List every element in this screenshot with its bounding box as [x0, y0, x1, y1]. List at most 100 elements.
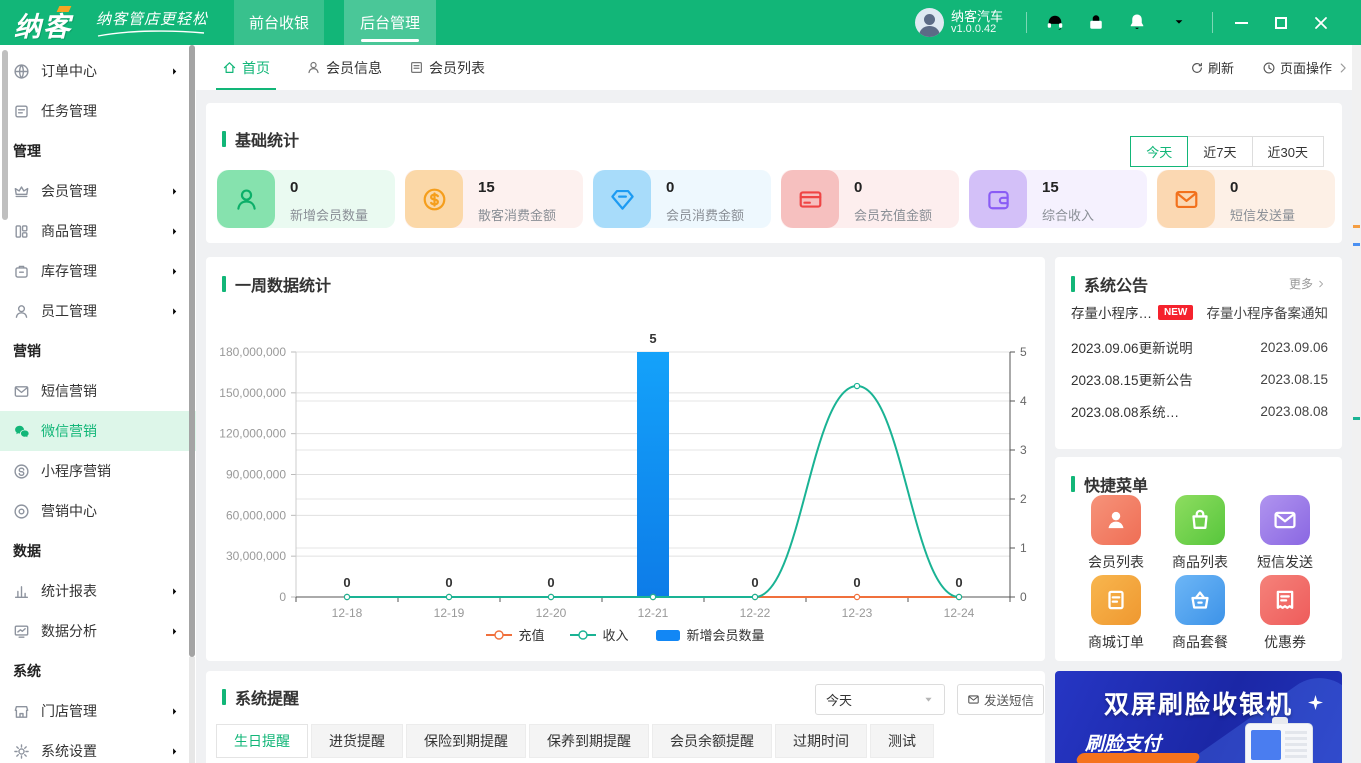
sidebar-item-sms-marketing[interactable]: 短信营销 — [0, 371, 196, 411]
range-today-button[interactable]: 今天 — [1130, 136, 1189, 167]
topnav-front-cashier[interactable]: 前台收银 — [234, 0, 324, 45]
range-30days-button[interactable]: 近30天 — [1251, 136, 1324, 167]
ad-banner[interactable]: 双屏刷脸收银机 刷脸支付 — [1055, 671, 1342, 763]
legend-item[interactable]: 收入 — [570, 625, 629, 644]
sidebar-item-staff-manage[interactable]: 员工管理 — [0, 291, 196, 331]
notice-row[interactable]: 2023.08.08系统… 2023.08.08 — [1071, 400, 1328, 422]
refresh-icon — [1190, 61, 1204, 75]
stat-label: 会员充值金额 — [854, 208, 933, 223]
panel-title: 基础统计 — [222, 127, 299, 151]
stat-value: 0 — [854, 179, 863, 196]
svg-text:5: 5 — [1020, 345, 1027, 359]
week-stats-panel: 一周数据统计 0 30,000,000 60,000,000 90,000,000 12… — [206, 257, 1045, 661]
sidebar-item-marketing-center[interactable]: 营销中心 — [0, 491, 196, 531]
sidebar-item-data-analysis[interactable]: 数据分析 — [0, 611, 196, 651]
sidebar-item-store-manage[interactable]: 门店管理 — [0, 691, 196, 731]
divider — [1026, 12, 1027, 33]
sidebar-item-member-manage[interactable]: 会员管理 — [0, 171, 196, 211]
window-scrollbar[interactable] — [1352, 45, 1361, 763]
ad-badge: 刷脸支付 — [1085, 734, 1162, 755]
chevron-right-icon — [169, 226, 180, 237]
remind-tab-test[interactable]: 测试 — [870, 724, 934, 758]
stat-card-member-spend: 0 会员消费金额 — [593, 170, 771, 228]
notice-more-link[interactable]: 更多 — [1289, 275, 1326, 292]
tab-member-list[interactable]: 会员列表 — [409, 45, 485, 90]
caret-down-icon — [923, 694, 934, 705]
system-notice-panel: 系统公告 更多 存量小程序… NEW 存量小程序备案通知 2023.09.06更… — [1055, 257, 1342, 449]
tab-home[interactable]: 首页 — [216, 45, 276, 90]
chevron-right-icon — [169, 706, 180, 717]
remind-tab-insurance-due[interactable]: 保险到期提醒 — [406, 724, 526, 758]
remind-tab-expire-time[interactable]: 过期时间 — [775, 724, 867, 758]
sidebar-item-system-settings[interactable]: 系统设置 — [0, 731, 196, 763]
legend-item[interactable]: 充值 — [486, 625, 544, 644]
sidebar-item-miniapp-marketing[interactable]: 小程序营销 — [0, 451, 196, 491]
topnav-backend-manage[interactable]: 后台管理 — [344, 0, 436, 45]
quick-member-list[interactable]: 会员列表 — [1074, 495, 1158, 572]
svg-text:12-20: 12-20 — [536, 606, 567, 620]
new-badge: NEW — [1158, 304, 1194, 320]
sidebar-item-wechat-marketing[interactable]: 微信营销 — [0, 411, 196, 451]
sidebar-section-manage: 管理 — [13, 143, 41, 159]
bell-icon[interactable] — [1127, 12, 1147, 32]
stat-value: 15 — [1042, 179, 1059, 196]
panel-title: 一周数据统计 — [222, 272, 331, 296]
stat-label: 散客消费金额 — [478, 208, 557, 223]
remind-tab-maintenance-due[interactable]: 保养到期提醒 — [529, 724, 649, 758]
minimize-button[interactable] — [1222, 0, 1260, 45]
remind-tab-purchase[interactable]: 进货提醒 — [311, 724, 403, 758]
chevron-right-icon — [169, 66, 180, 77]
sparkle-icon — [1308, 695, 1323, 710]
quick-goods-package[interactable]: 商品套餐 — [1158, 575, 1242, 652]
chart-legend: 充值 收入 新增会员数量 — [206, 625, 1045, 644]
chevron-right-icon — [1336, 61, 1350, 75]
quick-mall-order[interactable]: 商城订单 — [1074, 575, 1158, 652]
sidebar-item-goods-manage[interactable]: 商品管理 — [0, 211, 196, 251]
goods-package-icon — [1175, 575, 1225, 625]
notice-row[interactable]: 存量小程序… NEW 存量小程序备案通知 — [1071, 301, 1328, 323]
remind-tab-member-balance[interactable]: 会员余额提醒 — [652, 724, 772, 758]
notice-row[interactable]: 2023.09.06更新说明 2023.09.06 — [1071, 336, 1328, 358]
close-button[interactable] — [1302, 0, 1340, 45]
sidebar-section-system: 系统 — [13, 663, 41, 679]
send-sms-button[interactable]: 发送短信 — [957, 684, 1045, 715]
member-icon — [217, 170, 275, 228]
tab-member-info[interactable]: 会员信息 — [306, 45, 382, 90]
sidebar-item-task-manage[interactable]: 任务管理 — [0, 91, 196, 131]
sidebar-item-order-center[interactable]: 订单中心 — [0, 51, 196, 91]
remind-date-dropdown[interactable]: 今天 — [815, 684, 945, 715]
svg-text:12-23: 12-23 — [842, 606, 873, 620]
remind-tab-birthday[interactable]: 生日提醒 — [216, 724, 308, 758]
stat-card-walkin-spend: 15 散客消费金额 — [405, 170, 583, 228]
envelope-icon — [967, 693, 980, 706]
system-remind-panel: 系统提醒 今天 发送短信 生日提醒 进货提醒 保险到期提醒 保养到期提醒 会员余… — [206, 671, 1045, 763]
page-actions-button[interactable]: 页面操作 — [1262, 45, 1350, 90]
sidebar-item-report[interactable]: 统计报表 — [0, 571, 196, 611]
date-range-group: 今天 近7天 近30天 — [1130, 136, 1324, 167]
window-scrollbar-thumb[interactable] — [1, 50, 8, 220]
notice-row[interactable]: 2023.08.15更新公告 2023.08.15 — [1071, 368, 1328, 390]
chevron-right-icon — [169, 586, 180, 597]
sidebar-scrollbar[interactable] — [189, 45, 195, 657]
svg-text:150,000,000: 150,000,000 — [219, 386, 286, 400]
svg-text:12-22: 12-22 — [740, 606, 771, 620]
svg-text:0: 0 — [279, 590, 286, 604]
quick-coupon[interactable]: 优惠券 — [1243, 575, 1327, 652]
svg-text:180,000,000: 180,000,000 — [219, 345, 286, 359]
avatar[interactable] — [915, 8, 944, 37]
maximize-button[interactable] — [1262, 0, 1300, 45]
sidebar-item-stock-manage[interactable]: 库存管理 — [0, 251, 196, 291]
legend-item[interactable]: 新增会员数量 — [655, 625, 765, 644]
scrollbar-mark — [1353, 225, 1360, 228]
quick-sms-send[interactable]: 短信发送 — [1243, 495, 1327, 572]
slogan-underline — [97, 30, 205, 37]
customer-service-icon[interactable] — [1045, 12, 1065, 32]
stat-label: 短信发送量 — [1230, 208, 1296, 223]
refresh-button[interactable]: 刷新 — [1190, 45, 1234, 90]
ad-headline: 双屏刷脸收银机 — [1103, 691, 1293, 719]
download-icon[interactable] — [1169, 12, 1189, 32]
lock-icon[interactable] — [1086, 12, 1106, 32]
quick-goods-list[interactable]: 商品列表 — [1158, 495, 1242, 572]
range-7days-button[interactable]: 近7天 — [1187, 136, 1253, 167]
quick-menu-panel: 快捷菜单 会员列表 商品列表 短信发送 商城订单 商品套餐 优惠券 — [1055, 457, 1342, 661]
